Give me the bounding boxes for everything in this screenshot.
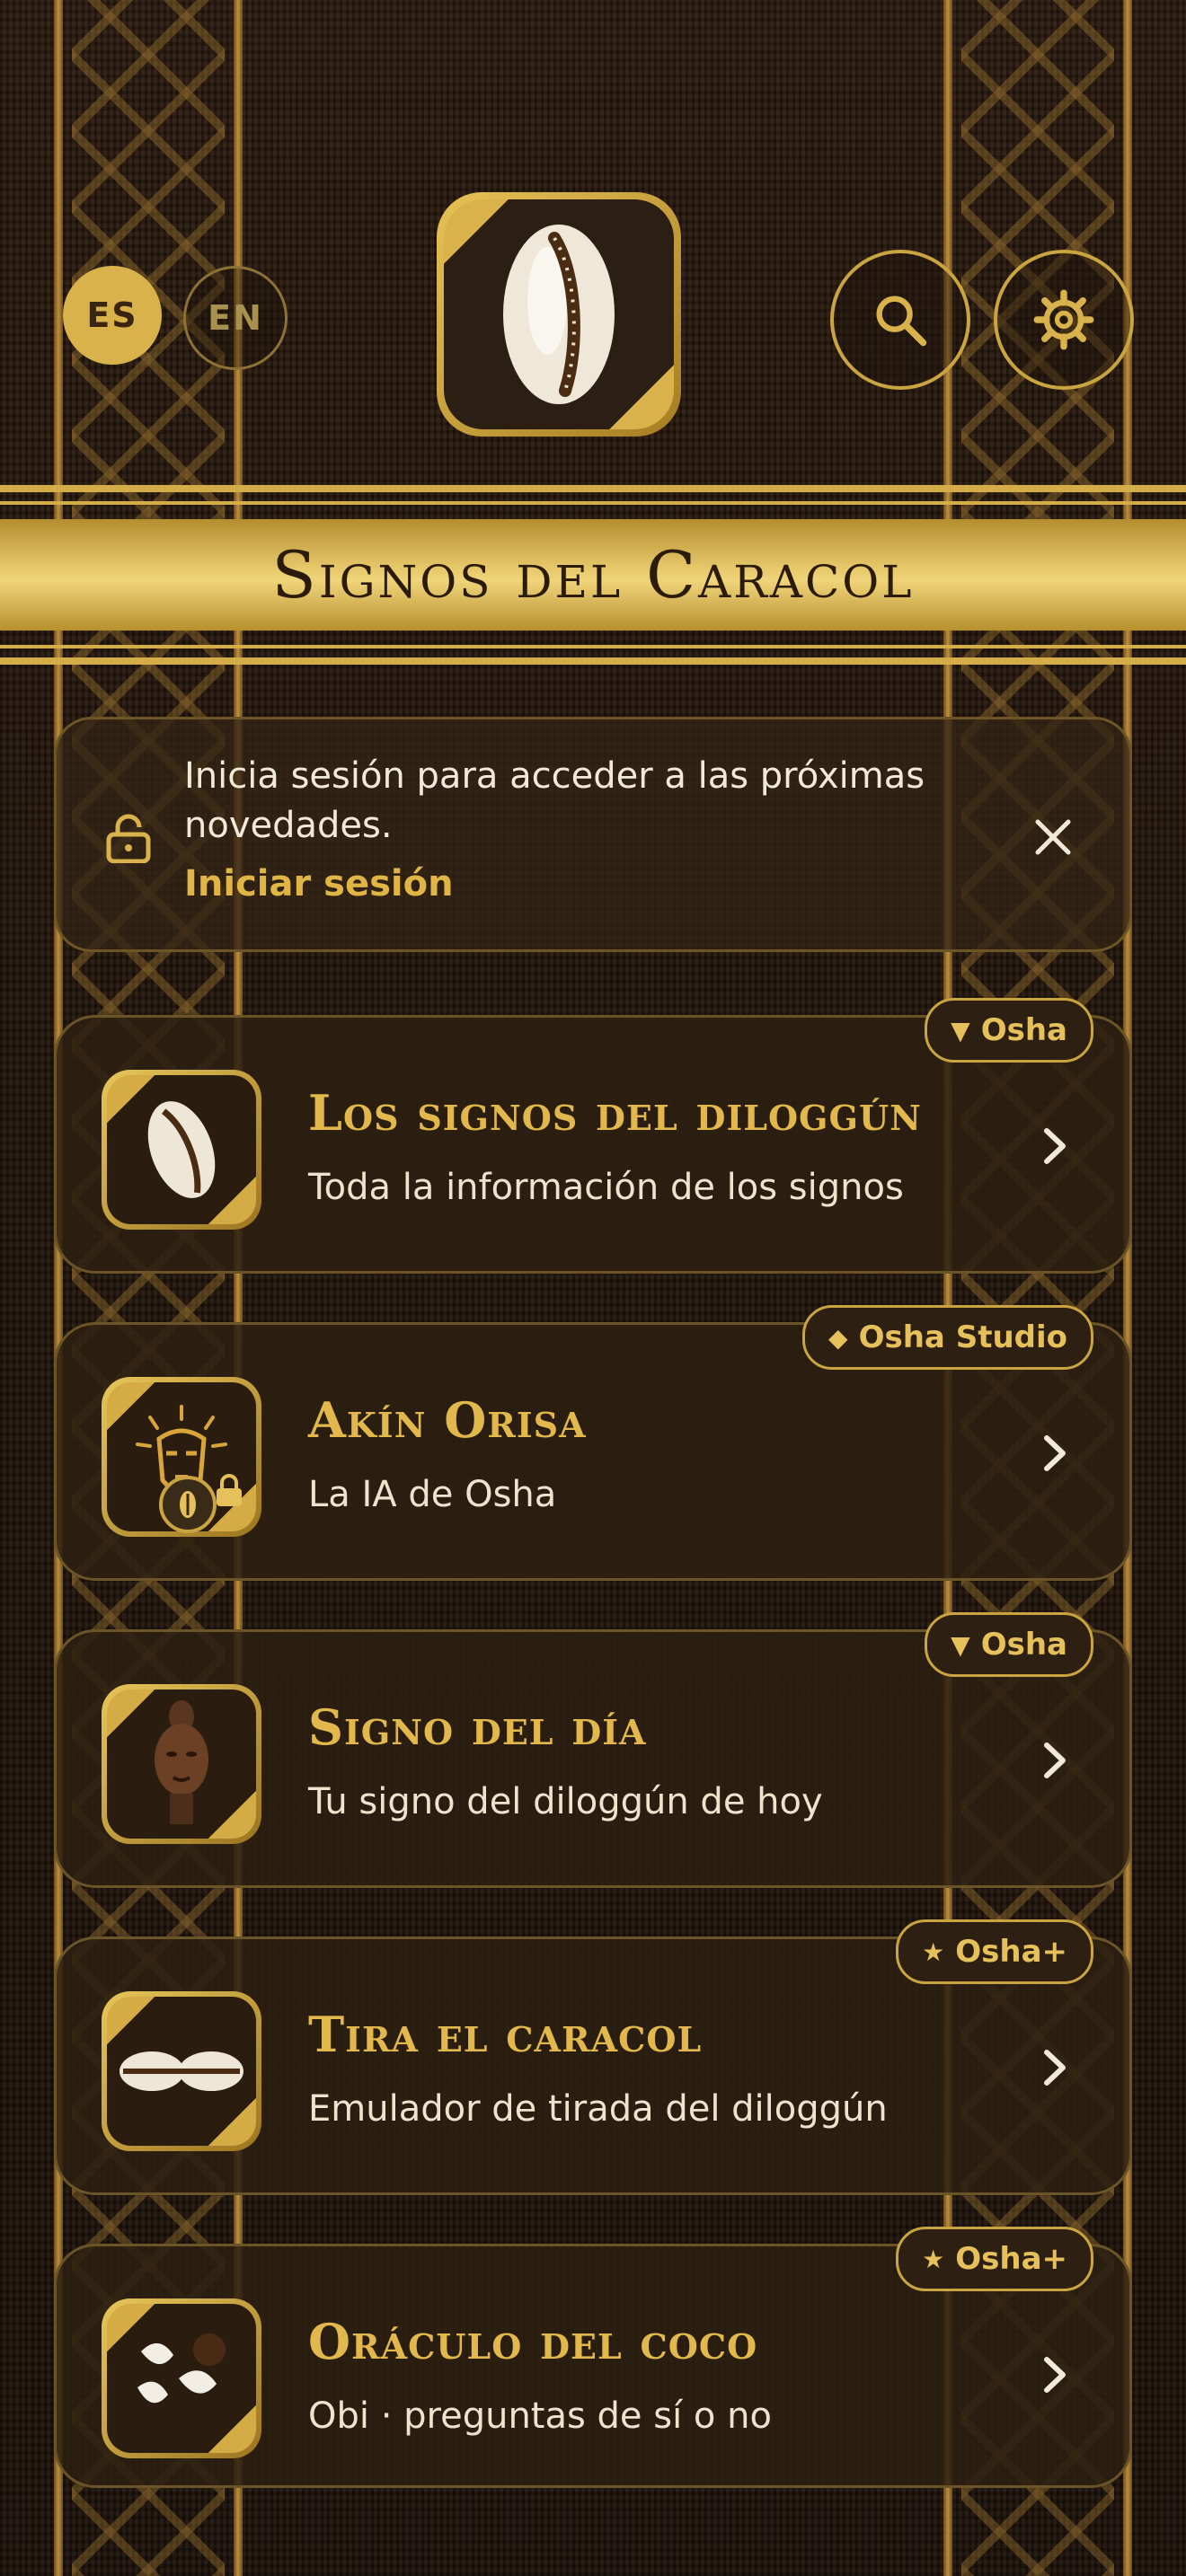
chevron-right-icon xyxy=(1044,1742,1066,1778)
card-subtitle: Emulador de tirada del diloggún xyxy=(308,2088,888,2130)
card-thumbnail xyxy=(102,1991,261,2151)
star-icon: ★ xyxy=(922,2244,945,2274)
hand-icon: ▼ xyxy=(951,1015,970,1045)
card-title: Oráculo del coco xyxy=(308,2313,758,2370)
language-en-button[interactable]: EN xyxy=(183,266,288,370)
title-banner: Signos del Caracol xyxy=(0,476,1186,674)
menu-card-tira-el-caracol[interactable]: ★ Osha+ Tira el caracol Emulador de tirad… xyxy=(54,1919,1132,2195)
coconut-pieces-icon xyxy=(137,2333,226,2404)
card-thumbnail xyxy=(102,1684,261,1844)
menu-card-akin-orisa[interactable]: ◆ Osha Studio Akín Orisa La IA de Osha xyxy=(54,1305,1132,1581)
lock-icon xyxy=(217,1474,242,1506)
cowrie-shell-icon xyxy=(503,225,615,404)
chevron-right-icon xyxy=(1044,1128,1066,1164)
menu-card-signo-del-dia[interactable]: ▼ Osha Signo del día Tu signo del diloggú… xyxy=(54,1612,1132,1888)
sign-in-link[interactable]: Iniciar sesión xyxy=(184,863,454,904)
card-title: Akín Orisa xyxy=(308,1391,587,1449)
two-shells-icon xyxy=(119,2051,243,2091)
app-logo xyxy=(437,192,681,437)
hand-icon: ▼ xyxy=(951,1629,970,1660)
chevron-right-icon xyxy=(1044,2357,1066,2393)
card-subtitle: Tu signo del diloggún de hoy xyxy=(308,1781,823,1822)
chevron-right-icon xyxy=(1044,2050,1066,2086)
carved-head-icon xyxy=(155,1700,208,1824)
search-button[interactable] xyxy=(830,250,970,390)
card-thumbnail xyxy=(102,2298,261,2458)
settings-button[interactable] xyxy=(994,250,1134,390)
badge-osha-plus: ★ Osha+ xyxy=(896,2227,1093,2291)
diamond-icon: ◆ xyxy=(828,1322,848,1353)
card-title: Signo del día xyxy=(308,1698,647,1756)
card-subtitle: Obi · preguntas de sí o no xyxy=(308,2395,772,2437)
card-subtitle: Toda la información de los signos xyxy=(308,1167,904,1208)
cowrie-coin-icon xyxy=(159,1476,217,1533)
menu-card-signos[interactable]: ▼ Osha Los signos del diloggún Toda la in… xyxy=(54,998,1132,1274)
login-notice: Inicia sesión para acceder a las próxima… xyxy=(54,717,1132,952)
card-subtitle: La IA de Osha xyxy=(308,1474,557,1515)
badge-osha-plus: ★ Osha+ xyxy=(896,1919,1093,1984)
chevron-right-icon xyxy=(1044,1435,1066,1471)
card-title: Tira el caracol xyxy=(308,2006,703,2063)
cowrie-shell-icon xyxy=(147,1101,216,1198)
badge-osha: ▼ Osha xyxy=(925,1612,1093,1677)
close-icon[interactable] xyxy=(1031,815,1075,860)
gear-icon xyxy=(1033,289,1094,350)
badge-osha: ▼ Osha xyxy=(925,998,1093,1063)
card-title: Los signos del diloggún xyxy=(308,1084,922,1142)
login-notice-message: Inicia sesión para acceder a las próxima… xyxy=(184,755,925,846)
language-es-button[interactable]: ES xyxy=(63,266,162,365)
menu-card-oraculo-del-coco[interactable]: ★ Osha+ Oráculo del coco Obi · preguntas … xyxy=(54,2227,1132,2488)
star-icon: ★ xyxy=(922,1936,945,1967)
page-title: Signos del Caracol xyxy=(271,537,915,613)
badge-osha-studio: ◆ Osha Studio xyxy=(802,1305,1093,1370)
card-thumbnail xyxy=(102,1070,261,1230)
search-icon xyxy=(876,296,927,347)
lock-icon xyxy=(106,814,151,863)
